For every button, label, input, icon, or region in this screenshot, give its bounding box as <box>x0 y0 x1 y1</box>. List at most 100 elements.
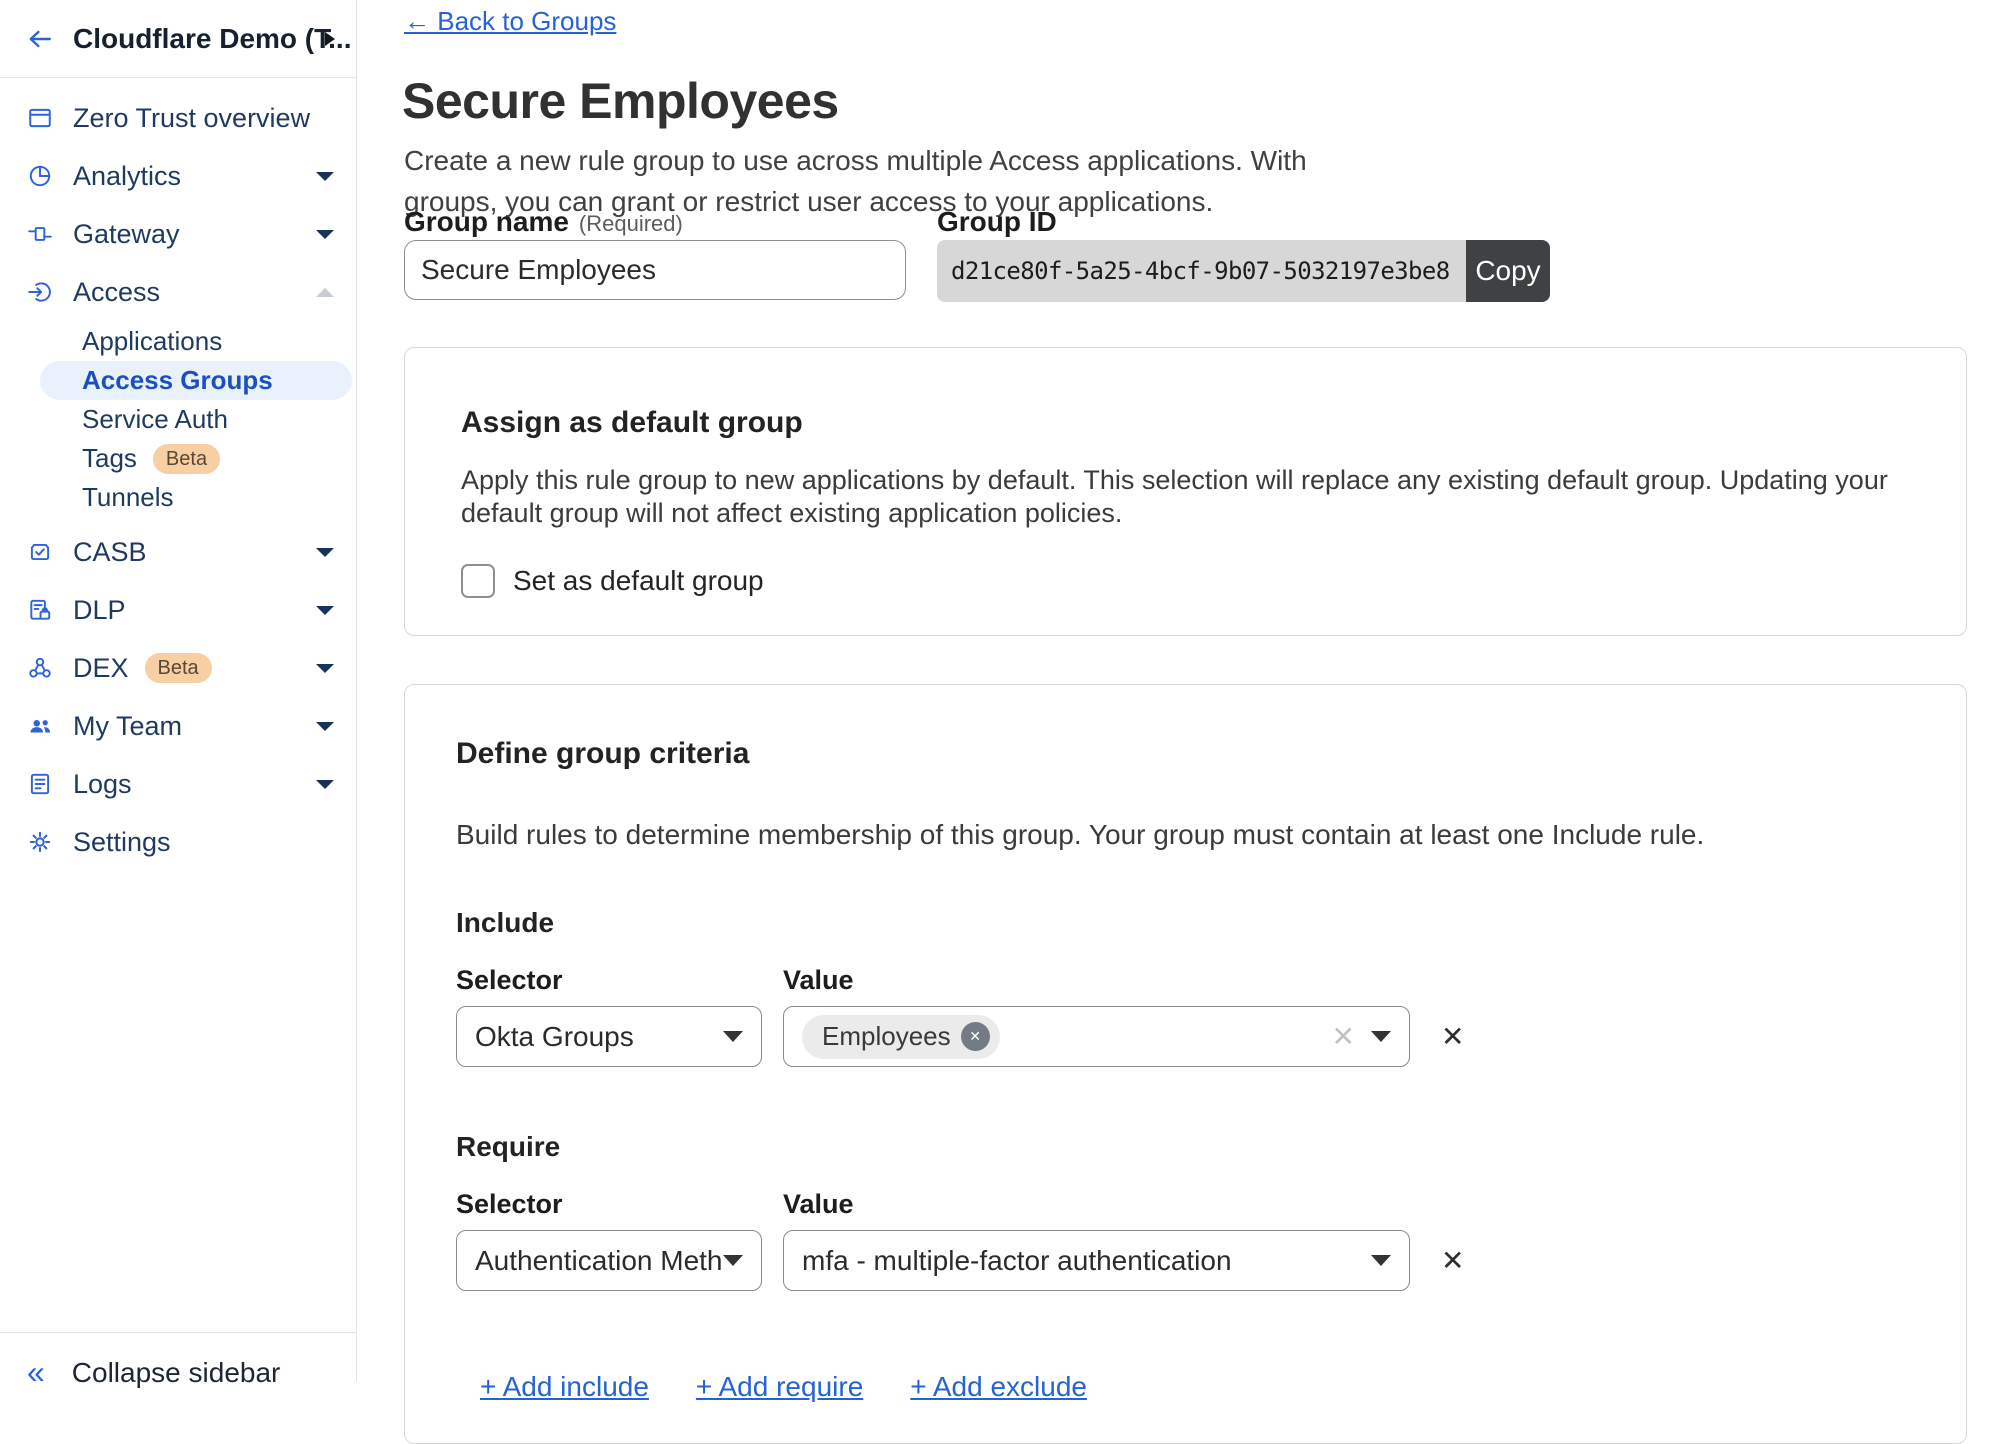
sidebar-item-casb[interactable]: CASB <box>0 523 356 581</box>
account-switcher[interactable]: Cloudflare Demo (T... <box>0 0 356 78</box>
gear-icon <box>27 829 53 855</box>
sidebar-item-tunnels[interactable]: Tunnels <box>0 478 356 517</box>
collapse-sidebar-label: Collapse sidebar <box>72 1357 281 1389</box>
sidebar-subitem-label: Service Auth <box>82 404 228 435</box>
group-id-value: d21ce80f-5a25-4bcf-9b07-5032197e3be8 <box>937 240 1466 302</box>
double-chevron-left-icon: « <box>27 1357 45 1387</box>
selector-label: Selector <box>456 965 762 996</box>
sidebar-item-label: DLP <box>73 595 126 626</box>
beta-badge: Beta <box>153 444 220 474</box>
require-column-labels: Selector Value <box>456 1189 1910 1220</box>
collapse-sidebar-button[interactable]: « Collapse sidebar <box>0 1332 356 1417</box>
include-rule-row: Okta Groups Employees ✕ ✕ ✕ <box>456 1006 1910 1067</box>
copy-button[interactable]: Copy <box>1466 240 1550 302</box>
value-label: Value <box>783 1189 1410 1220</box>
sidebar-item-label: Access <box>73 277 160 308</box>
chevron-down-icon <box>723 1255 743 1266</box>
chevron-down-icon <box>316 172 334 181</box>
network-nodes-icon <box>27 655 53 681</box>
window-icon <box>27 105 53 131</box>
sidebar-item-service-auth[interactable]: Service Auth <box>0 400 356 439</box>
add-exclude-link[interactable]: + Add exclude <box>910 1371 1087 1403</box>
sidebar-item-access[interactable]: Access <box>0 263 356 321</box>
sidebar-item-label: Zero Trust overview <box>73 103 310 134</box>
require-value: mfa - multiple-factor authentication <box>802 1245 1232 1277</box>
include-column-labels: Selector Value <box>456 965 1910 996</box>
sidebar-item-tags[interactable]: Tags Beta <box>0 439 356 478</box>
require-selector-dropdown[interactable]: Authentication Method <box>456 1230 762 1291</box>
sidebar-item-access-groups[interactable]: Access Groups <box>40 361 352 400</box>
login-circle-icon <box>27 279 53 305</box>
include-heading: Include <box>456 907 1910 939</box>
criteria-card: Define group criteria Build rules to det… <box>404 684 1967 1444</box>
back-to-groups-link[interactable]: ← Back to Groups <box>404 6 616 37</box>
sidebar-item-label: Settings <box>73 827 171 858</box>
remove-require-rule-button[interactable]: ✕ <box>1441 1247 1464 1275</box>
chip-label: Employees <box>822 1021 951 1052</box>
sidebar-item-label: Gateway <box>73 219 180 250</box>
sidebar-item-my-team[interactable]: My Team <box>0 697 356 755</box>
chevron-down-icon <box>316 230 334 239</box>
set-default-group-checkbox[interactable] <box>461 564 495 598</box>
require-rule-row: Authentication Method mfa - multiple-fac… <box>456 1230 1910 1291</box>
include-selector-dropdown[interactable]: Okta Groups <box>456 1006 762 1067</box>
chevron-down-icon <box>316 548 334 557</box>
sidebar-item-label: DEX <box>73 653 129 684</box>
set-default-group-row: Set as default group <box>461 564 1910 598</box>
set-default-group-label: Set as default group <box>513 565 764 597</box>
remove-include-rule-button[interactable]: ✕ <box>1441 1023 1464 1051</box>
back-arrow-icon[interactable] <box>25 24 55 54</box>
selector-label: Selector <box>456 1189 762 1220</box>
add-require-link[interactable]: + Add require <box>696 1371 863 1403</box>
sidebar-item-zero-trust-overview[interactable]: Zero Trust overview <box>0 89 356 147</box>
sidebar-subitem-label: Tags <box>82 443 137 474</box>
value-label: Value <box>783 965 1410 996</box>
add-include-link[interactable]: + Add include <box>480 1371 649 1403</box>
group-name-input[interactable] <box>404 240 906 300</box>
add-rule-links: + Add include + Add require + Add exclud… <box>480 1371 1910 1403</box>
sidebar-item-label: Logs <box>73 769 132 800</box>
people-icon <box>27 713 53 739</box>
sidebar-item-analytics[interactable]: Analytics <box>0 147 356 205</box>
chevron-down-icon <box>316 664 334 673</box>
list-document-icon <box>27 771 53 797</box>
gateway-icon <box>27 221 53 247</box>
default-group-card: Assign as default group Apply this rule … <box>404 347 1967 636</box>
chevron-up-icon <box>316 288 334 297</box>
clear-selection-icon[interactable]: ✕ <box>1332 1020 1371 1053</box>
chip-remove-icon[interactable]: ✕ <box>961 1022 990 1051</box>
default-group-card-description: Apply this rule group to new application… <box>461 464 1910 530</box>
sidebar-item-label: My Team <box>73 711 182 742</box>
sidebar-subitem-label: Access Groups <box>82 365 273 396</box>
document-lock-icon <box>27 597 53 623</box>
chevron-down-icon <box>1371 1255 1391 1266</box>
include-value-multiselect[interactable]: Employees ✕ ✕ <box>783 1006 1410 1067</box>
required-hint: (Required) <box>579 211 683 236</box>
default-group-card-title: Assign as default group <box>461 406 1910 440</box>
sidebar-item-label: Analytics <box>73 161 181 192</box>
require-value-dropdown[interactable]: mfa - multiple-factor authentication <box>783 1230 1410 1291</box>
box-check-icon <box>27 539 53 565</box>
pie-chart-icon <box>27 163 53 189</box>
chevron-down-icon <box>723 1031 743 1042</box>
sidebar-item-gateway[interactable]: Gateway <box>0 205 356 263</box>
criteria-card-title: Define group criteria <box>456 737 1910 771</box>
group-id-field: d21ce80f-5a25-4bcf-9b07-5032197e3be8 Cop… <box>937 240 1550 302</box>
sidebar-item-dlp[interactable]: DLP <box>0 581 356 639</box>
sidebar-subitem-label: Tunnels <box>82 482 174 513</box>
group-id-label: Group ID <box>937 206 1057 238</box>
chevron-down-icon <box>1371 1031 1391 1042</box>
sidebar-item-settings[interactable]: Settings <box>0 813 356 871</box>
chevron-down-icon <box>316 780 334 789</box>
sidebar-item-label: CASB <box>73 537 147 568</box>
value-chip: Employees ✕ <box>802 1015 1000 1059</box>
chevron-right-icon <box>325 32 335 46</box>
sidebar-item-logs[interactable]: Logs <box>0 755 356 813</box>
require-heading: Require <box>456 1131 1910 1163</box>
beta-badge: Beta <box>145 653 212 683</box>
sidebar-item-applications[interactable]: Applications <box>0 322 356 361</box>
sidebar: Cloudflare Demo (T... Zero Trust overvie… <box>0 0 357 1381</box>
sidebar-item-dex[interactable]: DEX Beta <box>0 639 356 697</box>
criteria-card-description: Build rules to determine membership of t… <box>456 819 1910 851</box>
chevron-down-icon <box>316 722 334 731</box>
